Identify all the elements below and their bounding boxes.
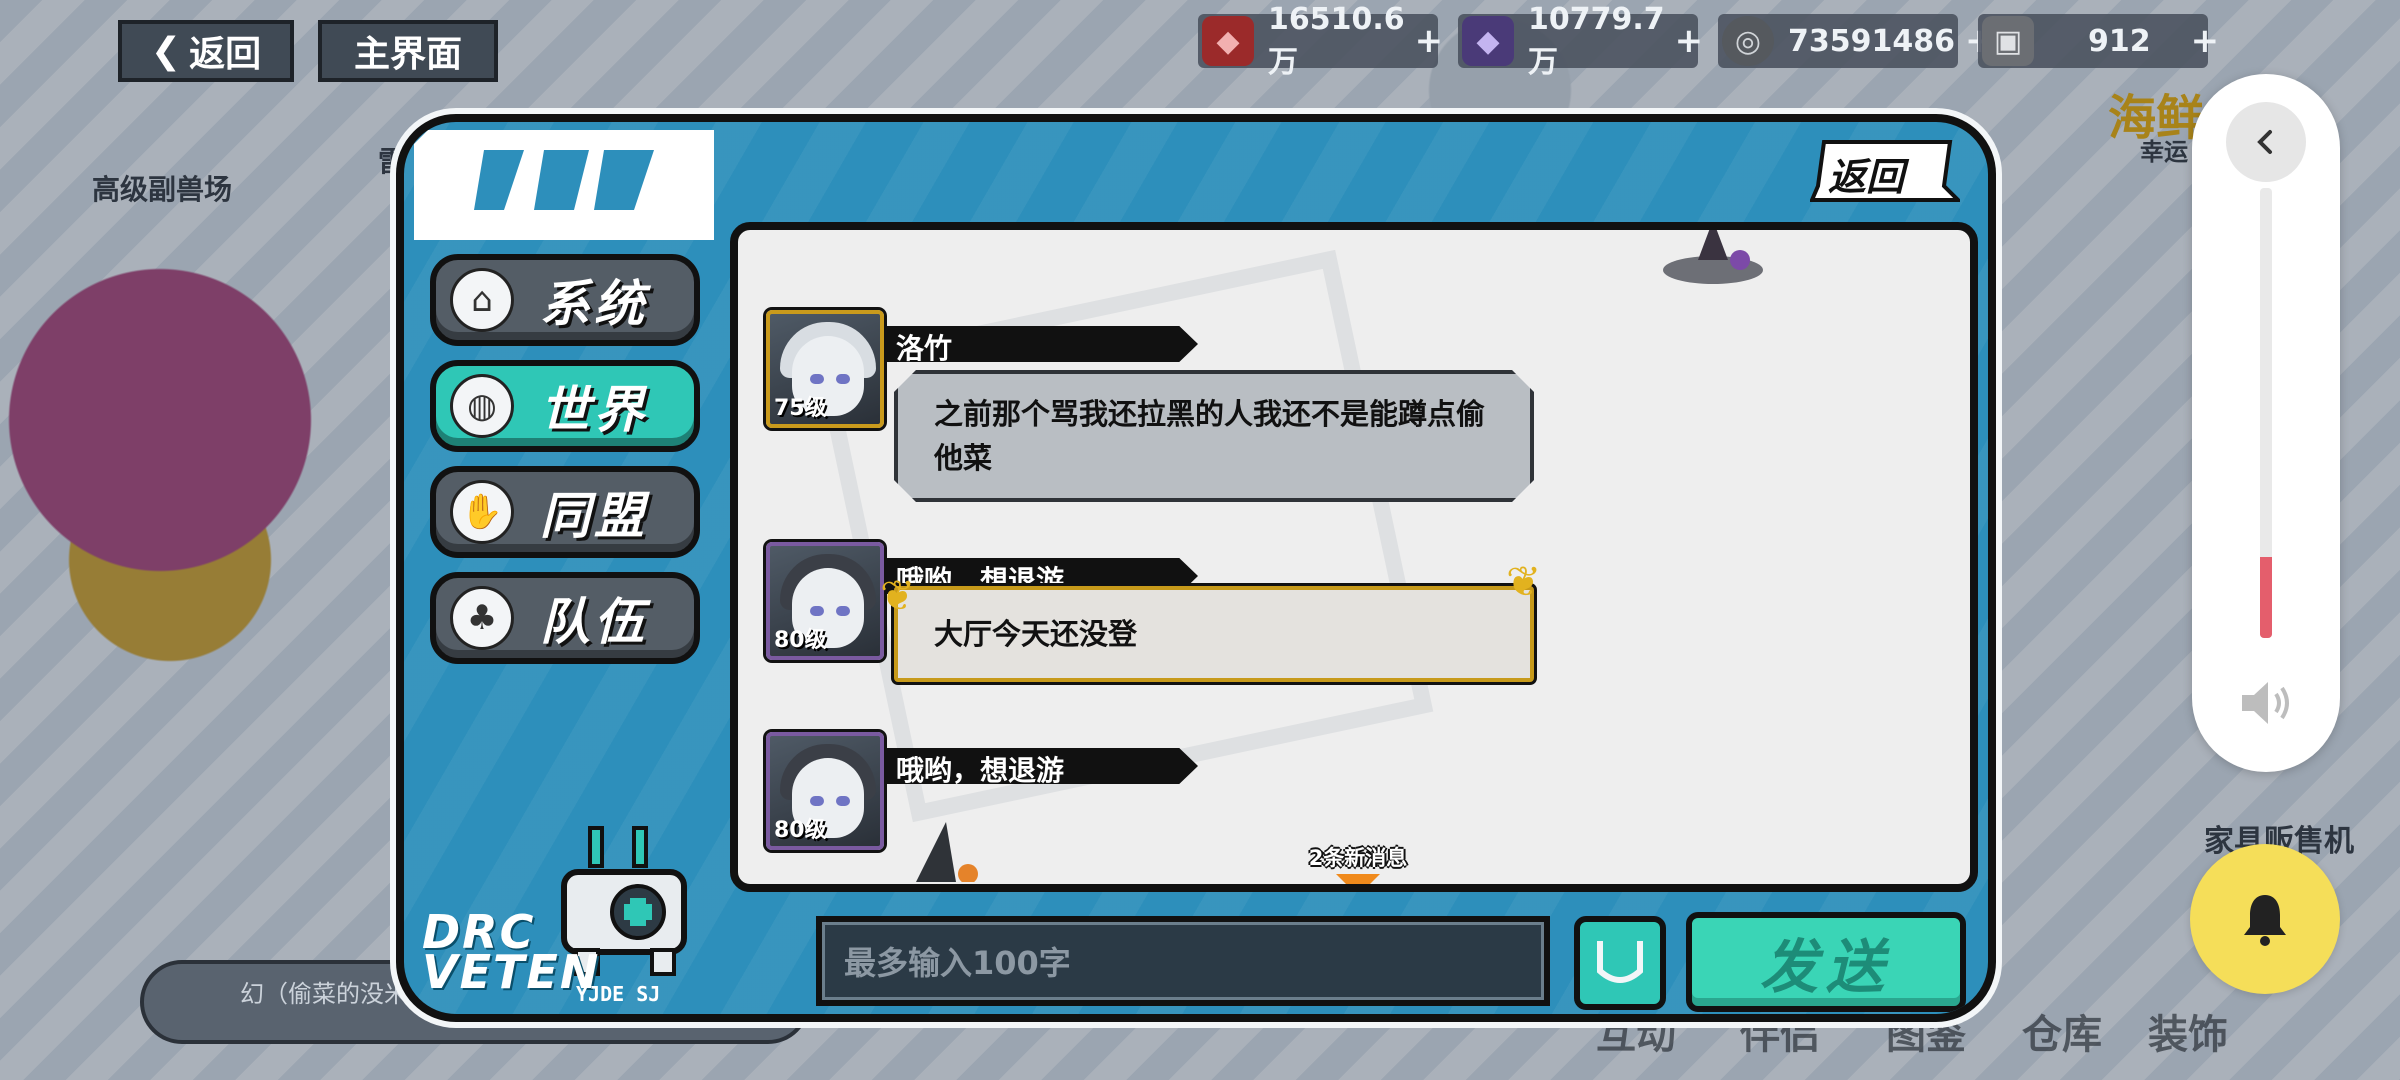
panel-back-label: 返回 bbox=[1828, 155, 1905, 199]
avatar[interactable]: 80级 bbox=[766, 732, 884, 850]
volume-panel bbox=[2192, 74, 2340, 772]
gem-red-icon: ◆ bbox=[1202, 16, 1254, 66]
add-currency-button[interactable]: + bbox=[1415, 21, 1444, 61]
tab-world-label: 世界 bbox=[540, 381, 648, 439]
team-icon: ♣ bbox=[450, 586, 514, 650]
input-placeholder: 最多输入100字 bbox=[844, 944, 1071, 982]
tab-alliance-label: 同盟 bbox=[540, 487, 648, 545]
volume-slider[interactable] bbox=[2260, 188, 2272, 638]
new-messages-label: 2条新消息 bbox=[1308, 846, 1408, 870]
username: 洛竹 bbox=[896, 332, 953, 365]
currency-value: 10779.7万 bbox=[1528, 1, 1665, 80]
user-level: 80级 bbox=[774, 818, 827, 843]
bg-back-button[interactable]: ❮ 返回 bbox=[118, 20, 294, 82]
team-logo: DRC VETEN YJDE SJ bbox=[414, 909, 714, 1014]
tab-system[interactable]: ⌂ 系统 bbox=[430, 254, 700, 346]
currency-value: 16510.6万 bbox=[1268, 1, 1405, 80]
username: 哦哟，想退游 bbox=[896, 754, 1065, 787]
currency-ticket: ▣ 912 + bbox=[1978, 14, 2219, 68]
leaf-decoration-icon: ❦ bbox=[1506, 557, 1542, 606]
ticket-icon: ▣ bbox=[1982, 16, 2034, 66]
message-bubble: 大厅今天还没登 bbox=[894, 586, 1534, 682]
planet-icon: ◍ bbox=[450, 374, 514, 438]
send-label: 发送 bbox=[1759, 933, 1892, 1001]
message-text: 之前那个骂我还拉黑的人我还不是能蹲点偷他菜 bbox=[934, 397, 1486, 475]
new-messages-indicator[interactable]: 2条新消息 bbox=[1298, 842, 1418, 884]
chat-panel: S.C.CREEEYDSCRSSRA 返回 ⌂ 系统 ◍ 世界 ✋ 同盟 ♣ 队… bbox=[396, 114, 1996, 1022]
logo-bottom-sub: YJDE SJ bbox=[576, 982, 661, 1006]
tab-system-label: 系统 bbox=[540, 275, 648, 333]
arrow-down-icon bbox=[1336, 874, 1380, 884]
currency-purple-gem: ◆ 10779.7万 + bbox=[1458, 2, 1703, 80]
avatar[interactable]: 80级 bbox=[766, 542, 884, 660]
bottom-nav-item[interactable]: 装饰 bbox=[2148, 1002, 2228, 1060]
currency-coin: ◎ 73591486 + bbox=[1718, 14, 1994, 68]
bag-icon: ⌂ bbox=[450, 268, 514, 332]
speaker-icon[interactable] bbox=[2238, 678, 2294, 728]
send-button[interactable]: 发送 bbox=[1686, 912, 1966, 1012]
logo-subtitle: S.C.CREEEYDSCRSSRA bbox=[422, 218, 657, 242]
sticker-image bbox=[916, 822, 978, 882]
volume-level-fill bbox=[2260, 557, 2272, 638]
add-currency-button[interactable]: + bbox=[1675, 21, 1704, 61]
smiley-icon bbox=[1597, 941, 1643, 983]
bottom-nav-item[interactable]: 仓库 bbox=[2022, 1002, 2102, 1060]
username-bar: 洛竹 bbox=[886, 326, 1198, 362]
panel-back-button[interactable]: 返回 bbox=[1808, 140, 1963, 202]
currency-value: 73591486 bbox=[1788, 23, 1955, 59]
tab-team[interactable]: ♣ 队伍 bbox=[430, 572, 700, 664]
tab-world[interactable]: ◍ 世界 bbox=[430, 360, 700, 452]
bell-icon bbox=[2244, 895, 2286, 946]
collapse-volume-button[interactable] bbox=[2226, 102, 2306, 182]
bg-right-sublabel: 幸运 bbox=[2140, 138, 2188, 166]
bg-area-label: 高级副兽场 bbox=[92, 173, 233, 206]
logo-bottom-line2: VETEN bbox=[422, 945, 601, 999]
game-logo bbox=[414, 130, 714, 240]
user-level: 80级 bbox=[774, 628, 827, 653]
creature-sprite-icon bbox=[1663, 230, 1763, 284]
leaf-decoration-icon: ❦ bbox=[880, 571, 916, 620]
handshake-icon: ✋ bbox=[450, 480, 514, 544]
currency-value: 912 bbox=[2088, 23, 2151, 59]
chevron-left-icon: ❮ bbox=[150, 30, 182, 72]
currency-red-gem: ◆ 16510.6万 + bbox=[1198, 2, 1443, 80]
message-input[interactable]: 最多输入100字 bbox=[816, 916, 1550, 1006]
message-text: 大厅今天还没登 bbox=[934, 617, 1138, 651]
notification-button[interactable] bbox=[2190, 844, 2340, 994]
message-bubble: 之前那个骂我还拉黑的人我还不是能蹲点偷他菜 bbox=[894, 370, 1534, 502]
add-currency-button[interactable]: + bbox=[2191, 21, 2220, 61]
coin-icon: ◎ bbox=[1722, 16, 1774, 66]
tab-team-label: 队伍 bbox=[540, 593, 648, 651]
bg-main-button[interactable]: 主界面 bbox=[318, 20, 498, 82]
avatar[interactable]: 75级 bbox=[766, 310, 884, 428]
emoji-button[interactable] bbox=[1574, 916, 1666, 1010]
chat-preview-text: 幻（偷菜的没米 bbox=[240, 980, 408, 1008]
bg-main-label: 主界面 bbox=[353, 34, 462, 75]
chevron-left-icon bbox=[2257, 130, 2272, 154]
username-bar: 哦哟，想退游 bbox=[886, 748, 1198, 784]
chat-message-list[interactable]: 75级 洛竹 之前那个骂我还拉黑的人我还不是能蹲点偷他菜 80级 哦哟，想退游 bbox=[730, 222, 1978, 892]
gem-purple-icon: ◆ bbox=[1462, 16, 1514, 66]
tab-alliance[interactable]: ✋ 同盟 bbox=[430, 466, 700, 558]
user-level: 75级 bbox=[774, 396, 827, 421]
bg-back-label: 返回 bbox=[189, 34, 262, 75]
